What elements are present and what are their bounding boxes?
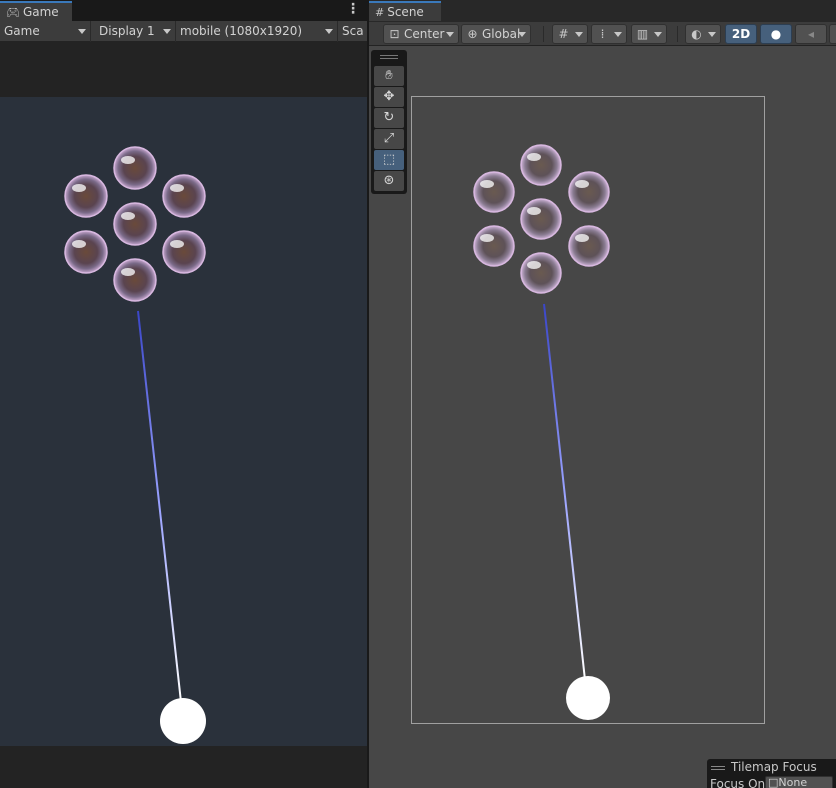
letterbox-bottom (0, 746, 367, 788)
scale-slider[interactable]: Sca (338, 21, 367, 42)
scene-panel: # Scene ⊡ Center ⊕ Global # ⁞ ▥ ◐ 2D ● ◂… (369, 0, 836, 788)
game-panel: 🎮︎ Game ⋮ Game Display 1 mobile (1080x192… (0, 0, 367, 788)
resolution-label: mobile (1080x1920) (180, 24, 303, 38)
game-tabbar: 🎮︎ Game ⋮ (0, 0, 367, 21)
game-render (64, 146, 206, 744)
drag-handle-icon[interactable] (711, 765, 725, 770)
bubble-cluster (64, 146, 206, 302)
camera-frame (411, 96, 765, 724)
tool-palette: ✋︎ ✥ ↻ ⤢ ⬚ ⊛ (371, 50, 407, 194)
focus-on-value: None (778, 776, 808, 788)
unity-editor: 🎮︎ Game ⋮ Game Display 1 mobile (1080x192… (0, 0, 836, 788)
tilemap-focus-overlay: Tilemap Focus Focus On □None (707, 759, 836, 788)
rotate-tool-icon[interactable]: ↻ (374, 108, 404, 128)
resolution-dropdown[interactable]: mobile (1080x1920) (176, 21, 338, 42)
bubble[interactable] (64, 230, 108, 274)
display-dropdown[interactable]: Display 1 (95, 21, 176, 42)
tilemap-focus-title[interactable]: Tilemap Focus (711, 760, 817, 774)
chevron-down-icon (78, 29, 86, 34)
tab-game-label: Game (22, 5, 59, 19)
tilemap-focus-title-text: Tilemap Focus (731, 760, 817, 774)
display-label: Display 1 (99, 24, 155, 38)
aim-line (137, 310, 182, 703)
square-icon: □ (768, 776, 779, 788)
scale-tool-icon[interactable]: ⤢ (374, 129, 404, 149)
chevron-down-icon (325, 29, 333, 34)
bubble[interactable] (162, 230, 206, 274)
bubble[interactable] (113, 202, 157, 246)
rect-tool-icon[interactable]: ⬚ (374, 150, 404, 170)
drag-handle-icon[interactable] (380, 55, 398, 59)
letterbox-top (0, 42, 367, 97)
hand-tool-icon[interactable]: ✋︎ (374, 66, 404, 86)
game-toolbar: Game Display 1 mobile (1080x1920) Sca (0, 21, 367, 42)
bubble[interactable] (113, 258, 157, 302)
scale-label: Sca (342, 24, 364, 38)
bubble[interactable] (64, 174, 108, 218)
bubble[interactable] (113, 146, 157, 190)
transform-tool-icon[interactable]: ⊛ (374, 171, 404, 191)
chevron-down-icon (163, 29, 171, 34)
gamepad-icon: 🎮︎ (6, 6, 20, 19)
move-tool-icon[interactable]: ✥ (374, 87, 404, 107)
focus-on-label: Focus On (710, 777, 766, 788)
focus-on-dropdown[interactable]: □None (765, 776, 833, 788)
bubble[interactable] (162, 174, 206, 218)
scene-menu-icon[interactable] (347, 2, 359, 18)
game-mode-label: Game (4, 24, 40, 38)
game-mode-dropdown[interactable]: Game (0, 21, 91, 42)
game-viewport[interactable] (0, 97, 367, 746)
shooter-ball[interactable] (160, 698, 206, 744)
tab-game[interactable]: 🎮︎ Game (0, 1, 72, 21)
